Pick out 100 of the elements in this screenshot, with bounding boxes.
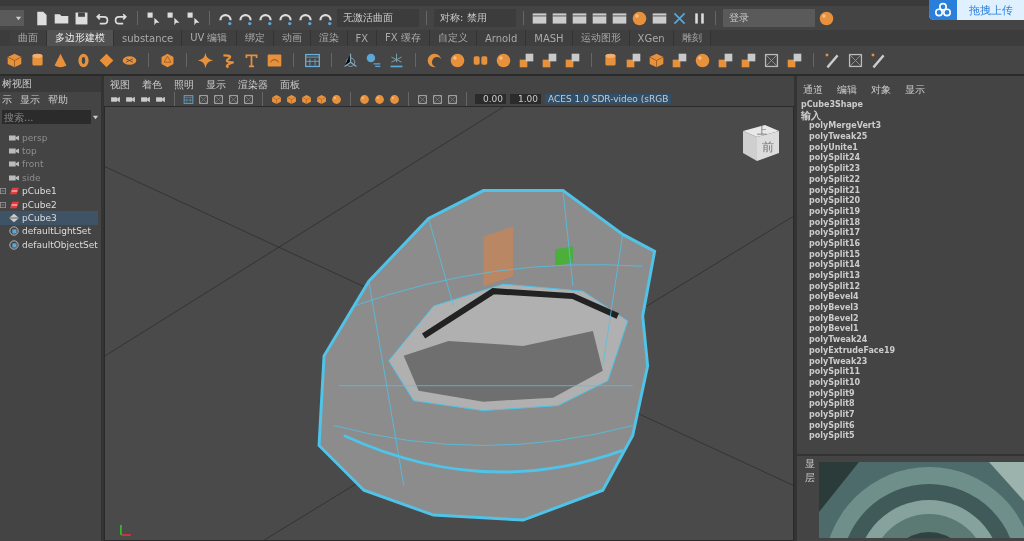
input-node[interactable]: polySplit24 xyxy=(801,153,1020,165)
cylinder-icon[interactable] xyxy=(29,51,46,69)
input-node[interactable]: polyBevel2 xyxy=(801,313,1020,325)
input-node[interactable]: polySplit14 xyxy=(801,260,1020,271)
sphere-icon[interactable] xyxy=(331,93,342,105)
input-node[interactable]: polySplit7 xyxy=(801,409,1020,421)
mode-dropdown[interactable] xyxy=(0,10,24,26)
frame-icon[interactable] xyxy=(447,93,458,105)
torus-icon[interactable] xyxy=(75,51,92,69)
diamond-icon[interactable] xyxy=(98,51,115,69)
sphere-icon[interactable] xyxy=(694,51,711,69)
input-node[interactable]: polySplit23 xyxy=(801,164,1020,175)
sphere-icon[interactable] xyxy=(449,51,466,69)
pen-icon[interactable] xyxy=(870,51,887,69)
outliner-item[interactable]: defaultLightSet xyxy=(0,224,98,239)
input-node[interactable]: polyBevel4 xyxy=(801,292,1020,304)
frame-icon[interactable] xyxy=(763,51,780,69)
frame-icon[interactable] xyxy=(228,93,239,105)
menu-item[interactable]: 着色 xyxy=(142,78,162,92)
sphere-icon[interactable] xyxy=(359,93,370,105)
input-node[interactable]: polySplit22 xyxy=(801,174,1020,186)
outliner-item[interactable]: pCube2 xyxy=(0,197,98,212)
input-node[interactable]: polySplit6 xyxy=(801,420,1020,432)
menu-item[interactable]: 显示 xyxy=(905,83,925,97)
input-node[interactable]: polyUnite1 xyxy=(801,142,1020,154)
squares-icon[interactable] xyxy=(740,51,757,69)
input-node[interactable]: polySplit15 xyxy=(801,249,1020,261)
input-node[interactable]: polyTweak25 xyxy=(801,132,1020,143)
outliner-item[interactable]: pCube1 xyxy=(0,184,98,198)
exposure-field[interactable]: 0.00 xyxy=(475,94,506,104)
input-node[interactable]: polySplit18 xyxy=(801,217,1020,229)
sphere-icon[interactable] xyxy=(495,51,512,69)
color-space-dropdown[interactable]: ACES 1.0 SDR-video (sRGB xyxy=(545,94,672,104)
menu-item[interactable]: 渲染器 xyxy=(238,78,268,92)
input-node[interactable]: polySplit20 xyxy=(801,196,1020,207)
input-node[interactable]: polySplit13 xyxy=(801,271,1020,282)
frame-icon[interactable] xyxy=(198,93,209,105)
input-node[interactable]: polySplit17 xyxy=(801,228,1020,239)
curve-field[interactable]: 无激活曲面 xyxy=(337,9,419,27)
frame-icon[interactable] xyxy=(417,93,428,105)
input-node[interactable]: polyMergeVert3 xyxy=(801,121,1020,133)
input-node[interactable]: polyExtrudeFace19 xyxy=(801,345,1020,357)
frame-icon[interactable] xyxy=(243,93,254,105)
search-field[interactable]: 搜索... xyxy=(2,110,91,124)
shelf-tab[interactable]: 多边形建模 xyxy=(47,30,114,46)
menu-item[interactable]: 显示 xyxy=(206,78,226,92)
menu-item[interactable]: 面板 xyxy=(280,78,300,92)
squares-icon[interactable] xyxy=(625,51,642,69)
collapse-icon[interactable] xyxy=(0,201,6,208)
helix-icon[interactable] xyxy=(220,51,237,69)
squares-icon[interactable] xyxy=(671,51,688,69)
login-dropdown[interactable]: 登录 xyxy=(723,9,815,27)
viewport[interactable]: 上 前 xyxy=(104,106,794,541)
squares-icon[interactable] xyxy=(541,51,558,69)
grid-icon[interactable] xyxy=(183,93,194,105)
menu-item[interactable]: 视图 xyxy=(110,78,130,92)
cylinder-icon[interactable] xyxy=(602,51,619,69)
sphere-icon[interactable] xyxy=(631,9,648,27)
menu-item[interactable]: 对象 xyxy=(871,83,891,97)
grid-icon[interactable] xyxy=(304,51,321,69)
gamma-field[interactable]: 1.00 xyxy=(510,94,541,104)
layer-tab[interactable]: 显 xyxy=(805,457,815,471)
sphere-icon[interactable] xyxy=(374,93,385,105)
menu-item[interactable]: 帮助 xyxy=(48,93,68,107)
outliner-item[interactable]: pCube3 xyxy=(0,211,98,225)
frame-icon[interactable] xyxy=(847,51,864,69)
input-node[interactable]: polyBevel3 xyxy=(801,303,1020,314)
input-node[interactable]: polyTweak23 xyxy=(801,356,1020,368)
cube-icon[interactable] xyxy=(286,93,297,105)
sphere-icon[interactable] xyxy=(389,93,400,105)
input-node[interactable]: polySplit12 xyxy=(801,281,1020,293)
input-node[interactable]: polyBevel1 xyxy=(801,324,1020,336)
symmetry-field[interactable]: 对称: 禁用 xyxy=(434,9,516,27)
view-cube[interactable]: 上 前 xyxy=(735,117,785,167)
input-node[interactable]: polySplit11 xyxy=(801,367,1020,378)
cube-icon[interactable] xyxy=(6,51,23,69)
input-node[interactable]: polySplit9 xyxy=(801,388,1020,400)
pen-icon[interactable] xyxy=(824,51,841,69)
cube-icon[interactable] xyxy=(271,93,282,105)
outliner-item[interactable]: defaultObjectSet xyxy=(0,238,98,252)
squares-icon[interactable] xyxy=(717,51,734,69)
menu-item[interactable]: 编辑 xyxy=(837,83,857,97)
collapse-icon[interactable] xyxy=(0,188,6,195)
input-node[interactable]: polySplit19 xyxy=(801,206,1020,218)
sphere-icon[interactable] xyxy=(818,9,835,27)
input-node[interactable]: polyTweak24 xyxy=(801,335,1020,346)
cube-icon[interactable] xyxy=(301,93,312,105)
menu-item[interactable]: 示 xyxy=(2,93,12,107)
frame-icon[interactable] xyxy=(213,93,224,105)
cube-icon[interactable] xyxy=(648,51,665,69)
cone-icon[interactable] xyxy=(52,51,69,69)
cube-icon[interactable] xyxy=(316,93,327,105)
squares-icon[interactable] xyxy=(564,51,581,69)
menu-item[interactable]: 显示 xyxy=(20,93,40,107)
squares-icon[interactable] xyxy=(786,51,803,69)
input-node[interactable]: polySplit8 xyxy=(801,399,1020,410)
input-node[interactable]: polySplit5 xyxy=(801,431,1020,442)
input-node[interactable]: polySplit10 xyxy=(801,377,1020,389)
menu-item[interactable]: 通道 xyxy=(803,83,823,97)
menu-item[interactable]: 照明 xyxy=(174,78,194,92)
